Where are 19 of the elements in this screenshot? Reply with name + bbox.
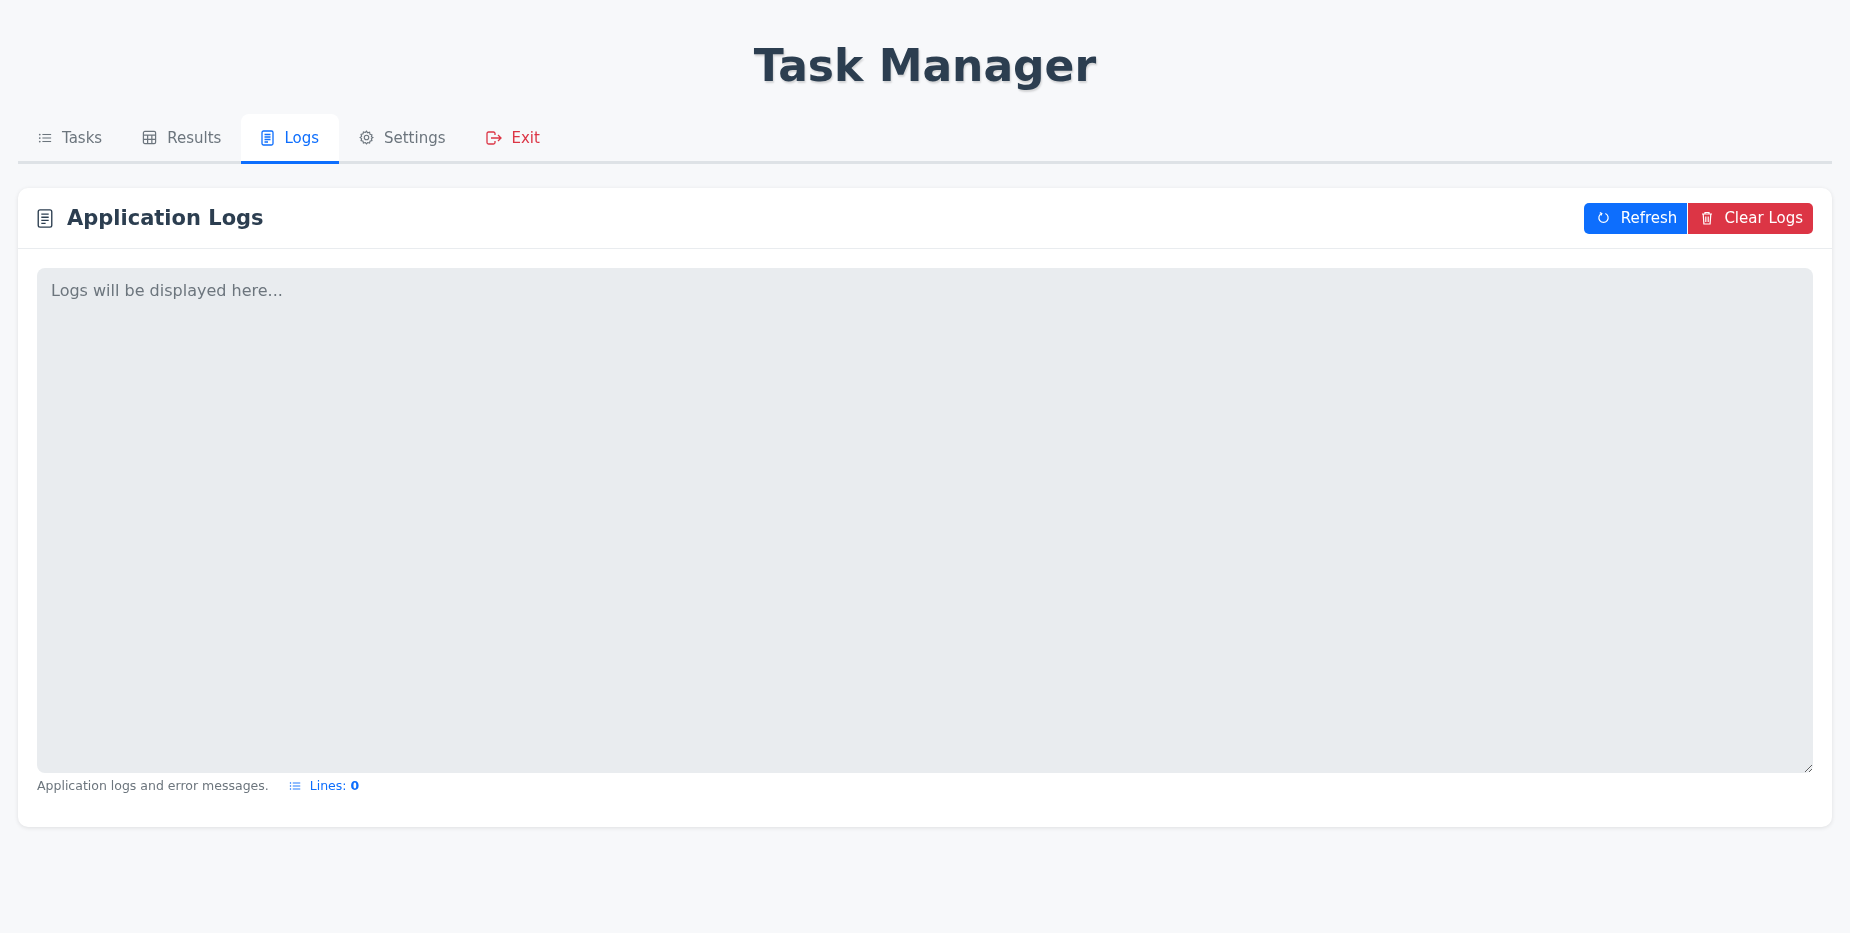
log-field[interactable]: Logs will be displayed here... — [37, 268, 1813, 773]
refresh-button[interactable]: Refresh — [1583, 202, 1688, 234]
document-icon — [37, 207, 53, 229]
line-count: Lines: 0 — [309, 778, 360, 793]
trash-icon — [1701, 211, 1714, 225]
page-title: Task Manager — [752, 39, 1098, 93]
table-icon — [142, 130, 158, 145]
tab[interactable]: Exit — [465, 114, 560, 164]
clear-button[interactable]: Clear Logs — [1688, 202, 1813, 234]
tab[interactable]: Logs — [241, 114, 339, 164]
exit-icon — [485, 130, 502, 145]
tab[interactable]: Tasks — [18, 114, 123, 164]
document-icon — [261, 129, 275, 146]
tab[interactable]: Results — [122, 114, 242, 164]
tab[interactable]: Settings — [339, 114, 466, 164]
settings-icon — [359, 130, 374, 145]
card-title: Application Logs — [67, 206, 264, 230]
help-text: Application logs and error messages. — [37, 778, 269, 793]
refresh-icon — [1596, 211, 1610, 225]
